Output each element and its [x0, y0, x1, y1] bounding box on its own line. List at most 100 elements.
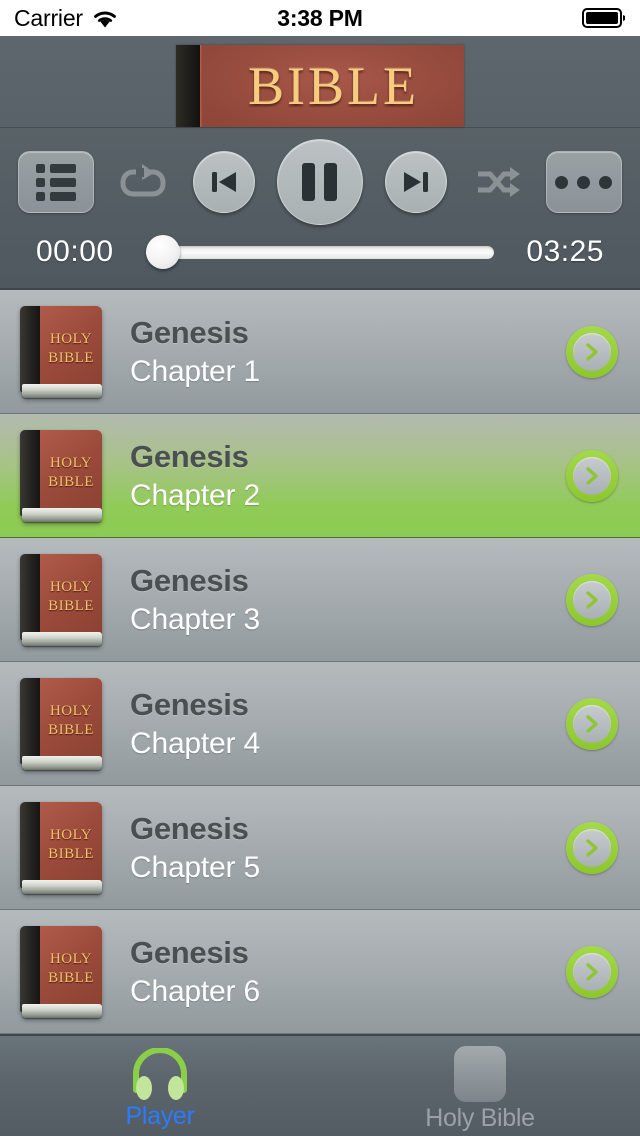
- play-chapter-button[interactable]: [566, 325, 618, 378]
- thumbnail-pages: [22, 755, 102, 770]
- progress-thumb[interactable]: [146, 235, 180, 269]
- thumbnail-title-line2: BIBLE: [48, 473, 94, 490]
- table-row[interactable]: HOLY BIBLE Genesis Chapter 6: [0, 910, 640, 1034]
- elapsed-time-label: 00:00: [36, 235, 114, 268]
- thumbnail-title: HOLY BIBLE: [40, 430, 102, 516]
- chapter-title: Chapter 3: [130, 602, 260, 636]
- total-time-label: 03:25: [526, 235, 604, 268]
- chevron-right-icon: [573, 332, 611, 371]
- banner-title: BIBLE: [248, 56, 419, 116]
- play-pause-button[interactable]: [276, 139, 363, 225]
- chapter-title: Chapter 6: [130, 974, 260, 1008]
- play-chapter-button[interactable]: [566, 449, 618, 502]
- thumbnail-title-line2: BIBLE: [48, 721, 94, 738]
- more-button[interactable]: [545, 151, 622, 213]
- shuffle-button[interactable]: [470, 155, 524, 209]
- status-bar-time: 3:38 PM: [277, 4, 363, 31]
- table-row[interactable]: HOLY BIBLE Genesis Chapter 2: [0, 414, 640, 538]
- player-panel: 00:00 03:25: [0, 128, 640, 290]
- chapter-title: Chapter 5: [130, 850, 260, 884]
- chevron-right-icon: [573, 952, 611, 991]
- thumbnail-spine: [20, 801, 40, 888]
- row-text: Genesis Chapter 4: [130, 687, 566, 761]
- progress-row: 00:00 03:25: [0, 226, 640, 278]
- thumbnail-pages: [22, 507, 102, 522]
- row-text: Genesis Chapter 3: [130, 563, 566, 637]
- chevron-right-icon: [573, 828, 611, 867]
- pause-icon: [302, 163, 338, 201]
- thumbnail-title-line2: BIBLE: [48, 969, 94, 986]
- thumbnail-pages: [22, 1003, 102, 1018]
- row-text: Genesis Chapter 2: [130, 439, 566, 513]
- next-icon: [404, 172, 429, 192]
- playback-controls: [0, 138, 640, 226]
- thumbnail-title-line1: HOLY: [49, 454, 93, 471]
- ellipsis-icon: [555, 175, 613, 189]
- book-title: Genesis: [130, 562, 249, 598]
- book-thumbnail: HOLY BIBLE: [20, 677, 102, 770]
- book-title: Genesis: [130, 438, 249, 474]
- thumbnail-spine: [20, 305, 40, 392]
- progress-track: [146, 245, 494, 259]
- headphones-icon: [133, 1047, 187, 1100]
- thumbnail-pages: [22, 631, 102, 646]
- play-chapter-button[interactable]: [566, 821, 618, 874]
- chevron-right-icon: [573, 704, 611, 743]
- chevron-right-icon: [573, 456, 611, 495]
- row-text: Genesis Chapter 1: [130, 315, 566, 389]
- banner-spine: [176, 45, 200, 127]
- thumbnail-title: HOLY BIBLE: [40, 554, 102, 640]
- repeat-button[interactable]: [116, 155, 170, 209]
- thumbnail-title-line1: HOLY: [49, 578, 93, 595]
- table-row[interactable]: HOLY BIBLE Genesis Chapter 5: [0, 786, 640, 910]
- next-button[interactable]: [385, 151, 448, 213]
- thumbnail-spine: [20, 925, 40, 1012]
- tab-player[interactable]: Player: [0, 1036, 320, 1136]
- thumbnail-title-line1: HOLY: [49, 950, 93, 967]
- row-text: Genesis Chapter 5: [130, 811, 566, 885]
- thumbnail-title: HOLY BIBLE: [40, 802, 102, 888]
- book-thumbnail: HOLY BIBLE: [20, 925, 102, 1018]
- tab-holy-bible[interactable]: Holy Bible: [320, 1036, 640, 1136]
- row-text: Genesis Chapter 6: [130, 935, 566, 1009]
- shuffle-icon: [477, 167, 520, 197]
- thumbnail-title: HOLY BIBLE: [40, 306, 102, 392]
- tab-bar: Player Holy Bible: [0, 1034, 640, 1136]
- book-title: Genesis: [130, 810, 249, 846]
- thumbnail-spine: [20, 677, 40, 764]
- previous-button[interactable]: [192, 151, 255, 213]
- play-chapter-button[interactable]: [566, 697, 618, 750]
- table-row[interactable]: HOLY BIBLE Genesis Chapter 1: [0, 290, 640, 414]
- previous-icon: [211, 172, 236, 192]
- playlist-button[interactable]: [18, 151, 94, 213]
- thumbnail-title-line1: HOLY: [49, 330, 93, 347]
- play-chapter-button[interactable]: [566, 945, 618, 998]
- thumbnail-pages: [22, 383, 102, 398]
- bible-book-banner: BIBLE: [176, 45, 464, 127]
- table-row[interactable]: HOLY BIBLE Genesis Chapter 3: [0, 538, 640, 662]
- chapter-list: HOLY BIBLE Genesis Chapter 1 HOLY BIBLE Genesi…: [0, 290, 640, 1034]
- thumbnail-pages: [22, 879, 102, 894]
- book-icon: [454, 1045, 506, 1102]
- thumbnail-title-line2: BIBLE: [48, 845, 94, 862]
- book-thumbnail: HOLY BIBLE: [20, 553, 102, 646]
- thumbnail-title: HOLY BIBLE: [40, 678, 102, 764]
- table-row[interactable]: HOLY BIBLE Genesis Chapter 4: [0, 662, 640, 786]
- chapter-title: Chapter 1: [130, 354, 260, 388]
- book-title: Genesis: [130, 934, 249, 970]
- book-thumbnail: HOLY BIBLE: [20, 429, 102, 522]
- play-chapter-button[interactable]: [566, 573, 618, 626]
- book-thumbnail: HOLY BIBLE: [20, 801, 102, 894]
- tab-player-label: Player: [125, 1101, 195, 1130]
- app-header: BIBLE: [0, 36, 640, 128]
- thumbnail-title-line1: HOLY: [49, 826, 93, 843]
- chapter-title: Chapter 2: [130, 478, 260, 512]
- thumbnail-spine: [20, 429, 40, 516]
- repeat-icon: [120, 164, 166, 197]
- book-title: Genesis: [130, 314, 249, 350]
- thumbnail-title-line2: BIBLE: [48, 597, 94, 614]
- thumbnail-spine: [20, 553, 40, 640]
- thumbnail-title-line1: HOLY: [49, 702, 93, 719]
- progress-slider[interactable]: [146, 235, 494, 269]
- book-thumbnail: HOLY BIBLE: [20, 305, 102, 398]
